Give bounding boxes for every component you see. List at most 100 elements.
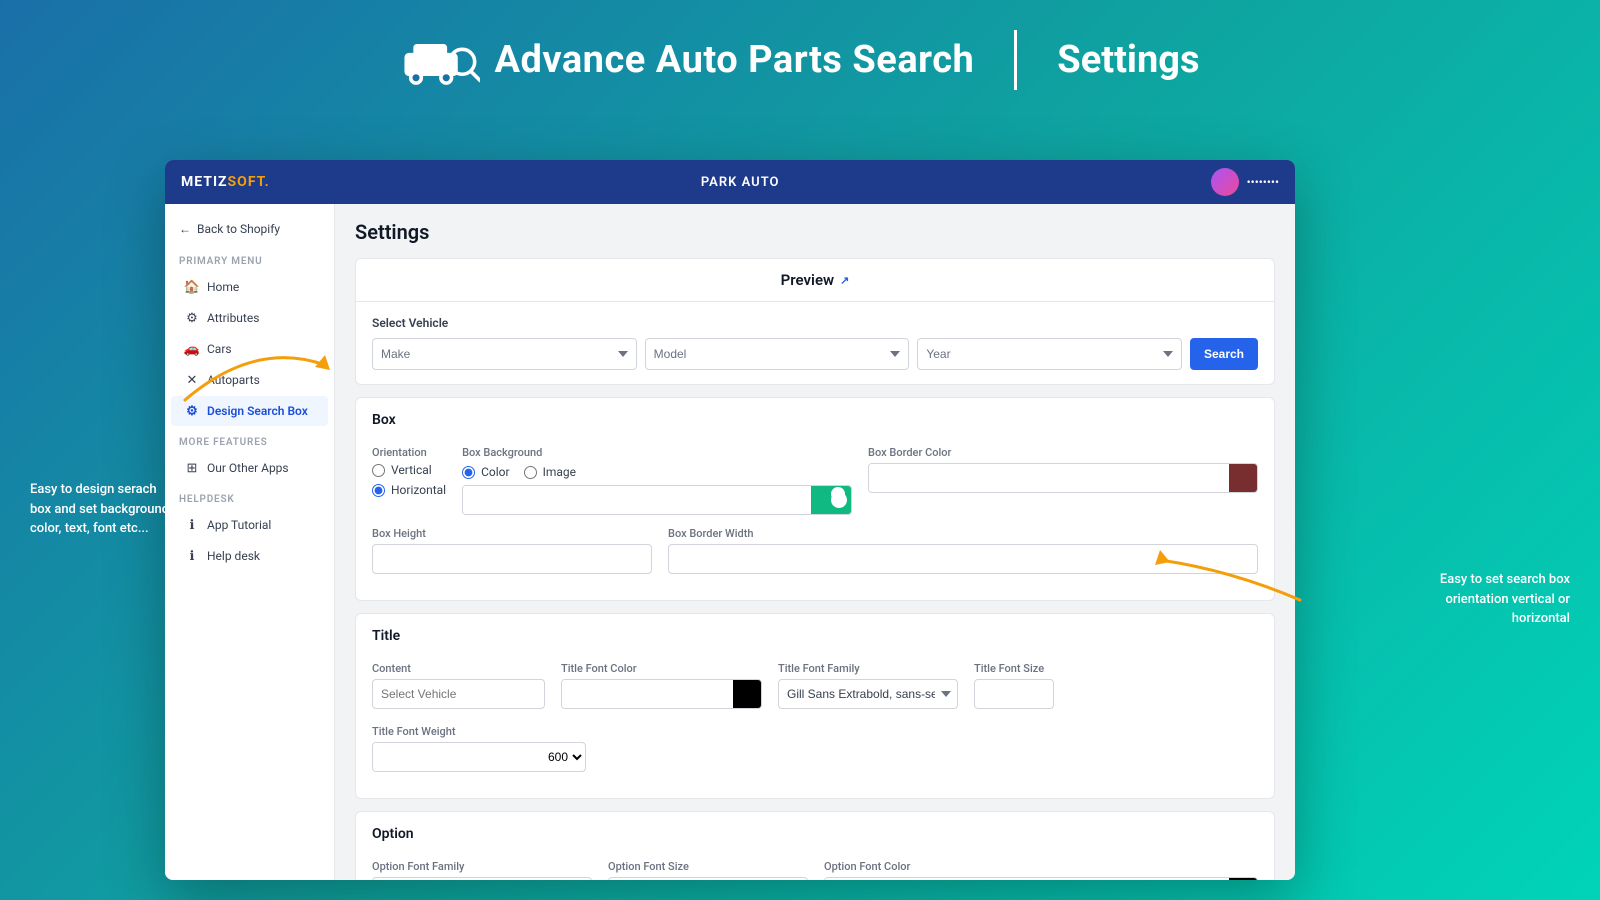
header-settings-label: Settings xyxy=(1057,38,1199,82)
option-form-row: Option Font Family Gill Sans Extrabold, … xyxy=(372,860,1258,880)
option-font-family-group: Option Font Family Gill Sans Extrabold, … xyxy=(372,860,592,880)
header-divider xyxy=(1014,30,1017,90)
title-font-size-label: Title Font Size xyxy=(974,662,1054,675)
border-color-input[interactable]: #782e2e xyxy=(869,464,1229,492)
image-radio[interactable] xyxy=(524,466,537,479)
option-font-color-input-group: #000000 xyxy=(824,877,1258,880)
preview-title: Preview xyxy=(781,271,834,289)
app-window: METIZSOFT. PARK AUTO •••••••• ← Back to … xyxy=(165,160,1295,880)
color-radio-label[interactable]: Color xyxy=(462,465,509,479)
title-font-family-select[interactable]: Gill Sans Extrabold, sans-serif xyxy=(778,679,958,709)
option-font-family-select[interactable] xyxy=(571,877,591,880)
background-label: Box Background xyxy=(462,446,852,459)
header-title: Advance Auto Parts Search xyxy=(494,38,974,82)
border-color-swatch[interactable] xyxy=(1229,463,1257,493)
option-font-family-input-group: Gill Sans Extrabold, sans-serif xyxy=(372,877,592,880)
option-font-color-group: Option Font Color #000000 xyxy=(824,860,1258,880)
horizontal-radio-label[interactable]: Horizontal xyxy=(372,483,446,497)
box-form-row-1: Orientation Vertical Horizontal xyxy=(372,446,1258,515)
home-icon: 🏠 xyxy=(185,280,199,294)
title-font-weight-select[interactable]: 600 xyxy=(544,742,585,772)
border-color-input-group: #782e2e xyxy=(868,463,1258,493)
sidebar-label-attributes: Attributes xyxy=(207,311,259,325)
option-font-size-label: Option Font Size xyxy=(608,860,808,873)
sidebar-item-other-apps[interactable]: ⊞ Our Other Apps xyxy=(171,453,328,483)
attributes-icon: ⚙ xyxy=(185,311,199,325)
option-section-title: Option xyxy=(372,826,1258,848)
preview-header: Preview ↗ xyxy=(356,259,1274,302)
back-to-shopify[interactable]: ← Back to Shopify xyxy=(165,212,334,246)
sidebar-label-home: Home xyxy=(207,280,239,294)
title-font-size-group: Title Font Size 20 xyxy=(974,662,1054,709)
sidebar-item-attributes[interactable]: ⚙ Attributes xyxy=(171,303,328,333)
title-font-size-input[interactable]: 20 xyxy=(974,679,1054,709)
apps-icon: ⊞ xyxy=(185,461,199,475)
preview-body: Select Vehicle Make Model Year Search xyxy=(356,302,1274,384)
avatar xyxy=(1211,168,1239,196)
sidebar-item-home[interactable]: 🏠 Home xyxy=(171,272,328,302)
height-input[interactable]: 80 xyxy=(372,544,652,574)
year-select[interactable]: Year xyxy=(917,338,1182,370)
image-radio-label[interactable]: Image xyxy=(524,465,576,479)
title-form-row: Content Title Font Color #000000 Title F… xyxy=(372,662,1258,772)
sidebar-label-tutorial: App Tutorial xyxy=(207,518,271,532)
border-color-group: Box Border Color #782e2e xyxy=(868,446,1258,493)
title-font-color-label: Title Font Color xyxy=(561,662,762,675)
vertical-radio[interactable] xyxy=(372,464,385,477)
title-font-color-group: Title Font Color #000000 xyxy=(561,662,762,709)
select-vehicle-label: Select Vehicle xyxy=(372,316,1258,330)
bg-color-input[interactable]: #ffffff xyxy=(463,486,811,514)
title-font-color-swatch[interactable] xyxy=(733,679,761,709)
box-section-title: Box xyxy=(372,412,1258,434)
topbar-logo: METIZSOFT. xyxy=(181,174,270,190)
background-group: Box Background Color Image xyxy=(462,446,852,515)
title-font-family-group: Title Font Family Gill Sans Extrabold, s… xyxy=(778,662,958,709)
title-content-input[interactable] xyxy=(372,679,545,709)
vehicle-selects: Make Model Year Search xyxy=(372,338,1258,370)
tutorial-icon: ℹ xyxy=(185,518,199,532)
bg-toggle[interactable] xyxy=(811,485,851,515)
title-font-weight-input[interactable]: 600 xyxy=(373,743,544,771)
sidebar-item-helpdesk[interactable]: ℹ Help desk xyxy=(171,541,328,571)
horizontal-radio[interactable] xyxy=(372,484,385,497)
page-title: Settings xyxy=(355,220,1275,244)
option-font-color-swatch[interactable] xyxy=(1229,877,1257,880)
option-font-color-label: Option Font Color xyxy=(824,860,1258,873)
topbar-store-name: PARK AUTO xyxy=(270,175,1211,190)
helpdesk-label: HELPDESK xyxy=(165,484,334,509)
title-section-title: Title xyxy=(372,628,1258,650)
border-color-label: Box Border Color xyxy=(868,446,1258,459)
preview-search-button[interactable]: Search xyxy=(1190,338,1258,370)
orientation-group: Orientation Vertical Horizontal xyxy=(372,446,446,497)
app-body: ← Back to Shopify PRIMARY MENU 🏠 Home ⚙ … xyxy=(165,204,1295,880)
arrow-right-indicator xyxy=(1130,530,1310,610)
orientation-radio-group: Vertical Horizontal xyxy=(372,463,446,497)
make-select[interactable]: Make xyxy=(372,338,637,370)
option-font-color-input[interactable]: #000000 xyxy=(825,878,1229,880)
option-font-size-input[interactable]: 14 xyxy=(608,877,808,880)
back-arrow-icon: ← xyxy=(179,222,191,236)
vertical-radio-label[interactable]: Vertical xyxy=(372,463,446,477)
topbar-username: •••••••• xyxy=(1247,175,1279,189)
title-font-color-input[interactable]: #000000 xyxy=(562,680,733,708)
title-font-color-input-group: #000000 xyxy=(561,679,762,709)
box-height-group: Box Height 80 xyxy=(372,527,652,574)
height-label: Box Height xyxy=(372,527,652,540)
car-search-icon xyxy=(400,30,480,90)
annotation-right: Easy to set search box orientation verti… xyxy=(1420,570,1570,629)
sidebar-item-tutorial[interactable]: ℹ App Tutorial xyxy=(171,510,328,540)
option-font-family-label: Option Font Family xyxy=(372,860,592,873)
helpdesk-icon: ℹ xyxy=(185,549,199,563)
title-font-weight-group: Title Font Weight 600 600 xyxy=(372,725,586,772)
top-header: Advance Auto Parts Search Settings xyxy=(0,0,1600,110)
background-type-group: Color Image xyxy=(462,465,852,479)
title-content-label: Content xyxy=(372,662,545,675)
more-features-label: MORE FEATURES xyxy=(165,427,334,452)
arrow-left-indicator xyxy=(175,330,335,410)
color-radio[interactable] xyxy=(462,466,475,479)
sidebar: ← Back to Shopify PRIMARY MENU 🏠 Home ⚙ … xyxy=(165,204,335,880)
model-select[interactable]: Model xyxy=(645,338,910,370)
external-link-icon[interactable]: ↗ xyxy=(840,274,849,287)
title-font-family-label: Title Font Family xyxy=(778,662,958,675)
annotation-left: Easy to design serach box and set backgr… xyxy=(30,480,180,539)
